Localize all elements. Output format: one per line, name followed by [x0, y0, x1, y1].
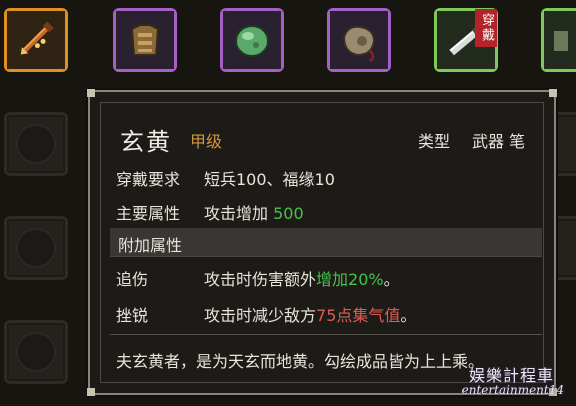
extra-attr-title: 附加属性 — [118, 236, 183, 255]
armor-icon — [116, 11, 174, 69]
tooltip-corner — [87, 89, 95, 97]
extra-attr-highlight: 增加20% — [316, 270, 384, 289]
inventory-slot-1[interactable] — [4, 8, 68, 72]
extra-attr-desc: 攻击时伤害额外增加20%。 — [204, 266, 400, 290]
item-type-label: 类型 — [418, 132, 451, 151]
inventory-slot-empty-3[interactable] — [4, 320, 68, 384]
equipped-badge: 穿戴 — [475, 9, 497, 47]
extra-attr-header: 附加属性 — [110, 228, 542, 257]
empty-slot-circle — [16, 332, 56, 372]
tooltip-corner — [549, 89, 557, 97]
main-attr-name: 攻击增加 — [204, 204, 269, 223]
inventory-slot-empty-2[interactable] — [4, 216, 68, 280]
inventory-slot-4[interactable] — [327, 8, 391, 72]
item-name: 玄黄 — [120, 128, 172, 156]
extra-attr-desc: 攻击时减少敌方75点集气值。 — [204, 302, 416, 326]
inventory-slot-3[interactable] — [220, 8, 284, 72]
extra-attr-text: 。 — [383, 270, 400, 289]
jade-icon — [223, 11, 281, 69]
item-type-value: 武器 笔 — [472, 132, 526, 151]
tooltip-divider — [110, 334, 542, 335]
extra-attr-text: 攻击时减少敌方 — [204, 306, 317, 325]
tooltip-corner — [87, 388, 95, 396]
pouch-icon — [330, 11, 388, 69]
requirement-value: 短兵100、福缘10 — [204, 170, 335, 189]
main-attr-amount: 500 — [273, 204, 304, 223]
item-tooltip: 玄黄 甲级 类型 武器 笔 穿戴要求 短兵100、福缘10 主要属性 攻击增加 … — [87, 89, 557, 396]
extra-attr-text: 攻击时伤害额外 — [204, 270, 317, 289]
extra-attr-text: 。 — [400, 306, 417, 325]
main-attr-text: 攻击增加 500 — [204, 200, 304, 224]
extra-attr-name: 挫锐 — [116, 306, 149, 325]
main-attr-label: 主要属性 — [116, 204, 181, 223]
inventory-slot-2[interactable] — [113, 8, 177, 72]
requirement-label: 穿戴要求 — [116, 170, 181, 189]
item-grade: 甲级 — [190, 132, 223, 151]
extra-attr-name: 追伤 — [116, 270, 149, 289]
inventory-slot-5[interactable]: 穿戴 — [434, 8, 498, 72]
item-description: 夫玄黄者，是为天玄而地黄。勾绘成品皆为上上乘。 — [116, 352, 485, 371]
empty-slot-circle — [16, 228, 56, 268]
empty-slot-circle — [16, 124, 56, 164]
inventory-slot-empty-1[interactable] — [4, 112, 68, 176]
weapon-brush-icon — [7, 11, 65, 69]
inventory-slot-6[interactable] — [541, 8, 576, 72]
partial-item-icon — [544, 11, 576, 69]
watermark-subtitle: entertainment14 — [461, 383, 564, 397]
extra-attr-highlight: 75点集气值 — [316, 306, 401, 325]
